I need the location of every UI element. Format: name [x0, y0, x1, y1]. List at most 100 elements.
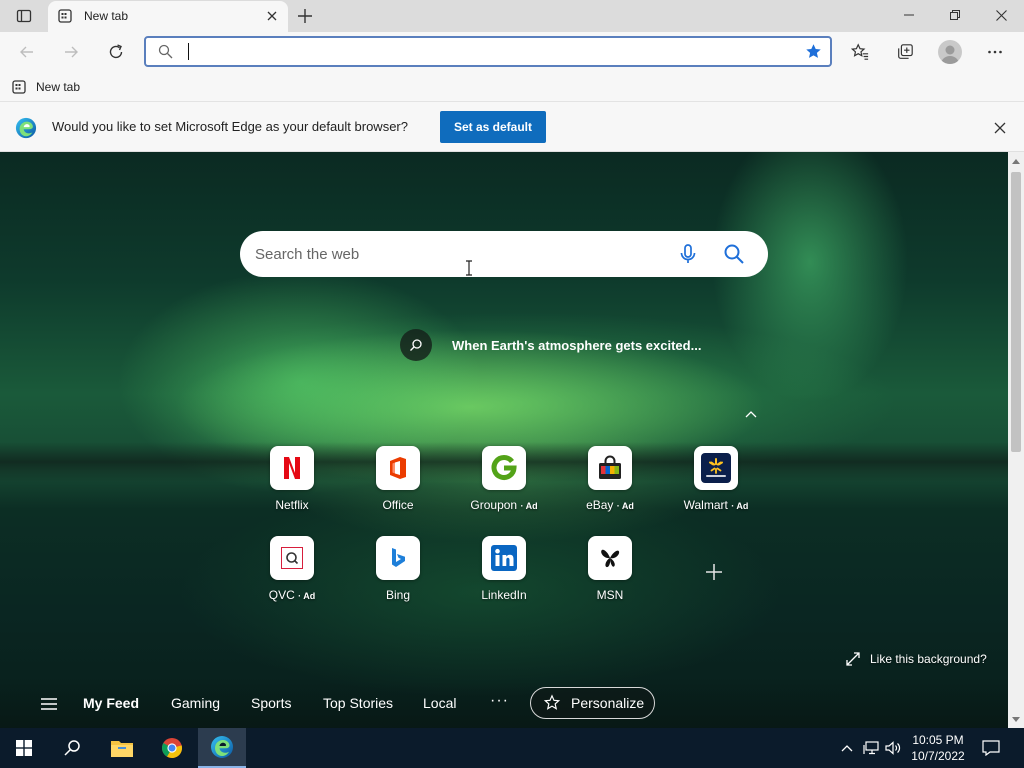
close-window-button[interactable]	[978, 0, 1024, 30]
quick-link-linkedin[interactable]: LinkedIn	[454, 536, 554, 616]
collapse-quick-links-button[interactable]	[742, 406, 760, 422]
tile-label: Walmart	[683, 498, 728, 512]
background-info-link[interactable]: When Earth's atmosphere gets excited...	[400, 329, 701, 361]
tile-label: Groupon	[470, 498, 518, 512]
ebay-bag-icon	[588, 446, 632, 490]
close-icon	[267, 11, 277, 21]
like-background-link[interactable]: Like this background?	[846, 650, 987, 668]
new-tab-button[interactable]	[292, 4, 318, 28]
tile-label: QVC	[268, 588, 295, 602]
feed-tab-top-stories[interactable]: Top Stories	[323, 695, 393, 711]
refresh-button[interactable]	[101, 38, 131, 66]
msn-butterfly-icon	[588, 536, 632, 580]
start-button[interactable]	[0, 728, 48, 768]
restore-button[interactable]	[932, 0, 978, 30]
show-hidden-icons-button[interactable]	[838, 739, 856, 757]
office-logo-icon	[376, 446, 420, 490]
taskbar-edge[interactable]	[198, 728, 246, 768]
expand-icon	[846, 652, 860, 666]
new-tab-favicon-icon	[58, 9, 72, 23]
close-icon	[994, 122, 1006, 134]
infobar-message: Would you like to set Microsoft Edge as …	[52, 119, 408, 134]
taskbar-search-button[interactable]	[48, 728, 96, 768]
personalize-label: Personalize	[571, 695, 645, 711]
triangle-up-icon	[1012, 158, 1020, 164]
favorite-item-new-tab[interactable]: New tab	[12, 77, 80, 97]
search-icon[interactable]	[722, 242, 746, 266]
tab-new-tab[interactable]: New tab	[48, 1, 288, 32]
taskbar-clock[interactable]: 10:05 PM 10/7/2022	[904, 732, 972, 764]
quick-link-qvc[interactable]: QVC · Ad	[242, 536, 342, 616]
scrollbar-thumb[interactable]	[1011, 172, 1021, 452]
close-icon	[995, 9, 1007, 21]
quick-link-bing[interactable]: Bing	[348, 536, 448, 616]
quick-link-office[interactable]: Office	[348, 446, 448, 526]
refresh-icon	[109, 44, 123, 59]
arrow-left-icon	[20, 46, 33, 58]
taskbar-chrome[interactable]	[148, 728, 196, 768]
action-center-button[interactable]	[982, 739, 1000, 757]
ad-badge: · Ad	[520, 501, 538, 511]
minimize-button[interactable]	[886, 0, 932, 30]
collections-button[interactable]	[890, 38, 920, 66]
tab-close-button[interactable]	[264, 8, 280, 24]
network-tray-button[interactable]	[862, 739, 880, 757]
ad-badge: · Ad	[298, 591, 316, 601]
new-tab-favicon-icon	[12, 80, 26, 94]
feed-more-button[interactable]: ···	[490, 692, 509, 710]
quick-link-groupon[interactable]: Groupon · Ad	[454, 446, 554, 526]
star-filled-icon[interactable]	[805, 43, 822, 60]
plus-icon	[706, 564, 722, 580]
set-as-default-button[interactable]: Set as default	[440, 111, 546, 143]
scroll-down-button[interactable]	[1008, 712, 1024, 726]
ad-badge: · Ad	[616, 501, 634, 511]
notification-icon	[982, 740, 1000, 756]
forward-button[interactable]	[56, 38, 86, 66]
favorites-button[interactable]	[845, 38, 875, 66]
collections-icon	[898, 44, 913, 59]
tab-actions-button[interactable]	[10, 5, 38, 27]
quick-link-netflix[interactable]: Netflix	[242, 446, 342, 526]
add-quick-link-button[interactable]	[702, 560, 726, 584]
bing-logo-icon	[376, 536, 420, 580]
chevron-up-icon	[841, 745, 853, 752]
quick-link-msn[interactable]: MSN	[560, 536, 660, 616]
address-input[interactable]	[186, 42, 786, 62]
windows-logo-icon	[16, 740, 32, 756]
favorites-star-list-icon	[851, 43, 869, 60]
plus-icon	[298, 9, 312, 23]
feed-navigation-bar: My Feed Gaming Sports Top Stories Local …	[0, 682, 1008, 728]
page-scrollbar[interactable]	[1008, 152, 1024, 728]
quick-link-ebay[interactable]: eBay · Ad	[560, 446, 660, 526]
taskbar-file-explorer[interactable]	[98, 728, 146, 768]
scroll-up-button[interactable]	[1008, 154, 1024, 168]
restore-icon	[950, 10, 960, 20]
search-icon	[158, 44, 173, 59]
settings-more-button[interactable]	[980, 38, 1010, 66]
web-search-input[interactable]	[255, 244, 655, 264]
tile-label: eBay	[586, 498, 614, 512]
person-icon	[941, 45, 959, 64]
tile-label: Office	[382, 498, 414, 512]
minimize-icon	[904, 14, 914, 16]
volume-tray-button[interactable]	[884, 739, 902, 757]
personalize-button[interactable]: Personalize	[530, 687, 655, 719]
default-browser-infobar: Would you like to set Microsoft Edge as …	[0, 102, 1024, 152]
feed-tab-sports[interactable]: Sports	[251, 695, 291, 711]
feed-tab-local[interactable]: Local	[423, 695, 456, 711]
like-background-text: Like this background?	[870, 652, 987, 666]
profile-avatar[interactable]	[938, 40, 962, 64]
infobar-close-button[interactable]	[990, 118, 1010, 138]
web-search-box[interactable]	[240, 231, 768, 277]
qvc-logo-icon	[270, 536, 314, 580]
feed-tab-gaming[interactable]: Gaming	[171, 695, 220, 711]
taskbar: 10:05 PM 10/7/2022	[0, 728, 1024, 768]
feed-menu-button[interactable]	[40, 697, 58, 714]
address-bar[interactable]	[144, 36, 832, 67]
arrow-right-icon	[65, 46, 78, 58]
quick-link-walmart[interactable]: Walmart · Ad	[666, 446, 766, 526]
feed-tab-my-feed[interactable]: My Feed	[83, 695, 139, 711]
microphone-icon[interactable]	[676, 242, 700, 266]
tile-label: Bing	[385, 588, 411, 602]
back-button[interactable]	[12, 38, 42, 66]
